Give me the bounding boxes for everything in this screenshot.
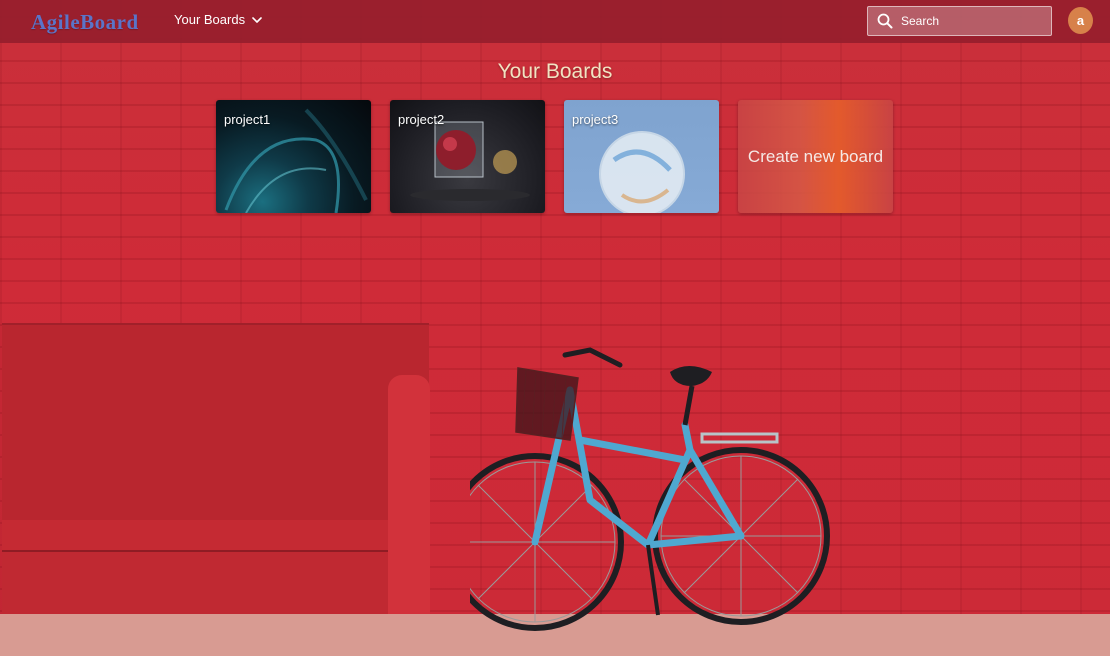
user-avatar[interactable]: a bbox=[1068, 7, 1093, 34]
search-box[interactable] bbox=[867, 6, 1052, 36]
your-boards-label: Your Boards bbox=[174, 12, 246, 27]
top-navbar: AgileBoard Your Boards a bbox=[0, 0, 1110, 43]
board-name: project3 bbox=[572, 112, 619, 127]
your-boards-dropdown[interactable]: Your Boards bbox=[174, 12, 263, 27]
app-logo[interactable]: AgileBoard bbox=[31, 10, 139, 35]
board-name: project2 bbox=[398, 112, 445, 127]
page: AgileBoard Your Boards a Your Boards pro… bbox=[0, 0, 1110, 656]
board-card-project1[interactable]: project1 bbox=[216, 100, 371, 213]
board-card-project3[interactable]: project3 bbox=[564, 100, 719, 213]
create-new-board-label: Create new board bbox=[747, 146, 884, 166]
bicycle-image bbox=[470, 347, 830, 631]
bench-seat bbox=[2, 520, 402, 550]
page-title: Your Boards bbox=[497, 60, 613, 83]
search-icon bbox=[877, 13, 893, 29]
board-name: project1 bbox=[224, 112, 271, 127]
chevron-down-icon bbox=[252, 16, 262, 23]
bench-armrest bbox=[388, 375, 430, 645]
create-new-board-card[interactable]: Create new board bbox=[738, 100, 893, 213]
board-card-project2[interactable]: project2 bbox=[390, 100, 545, 213]
bench-backrest bbox=[2, 323, 429, 525]
search-input[interactable] bbox=[899, 13, 1043, 29]
